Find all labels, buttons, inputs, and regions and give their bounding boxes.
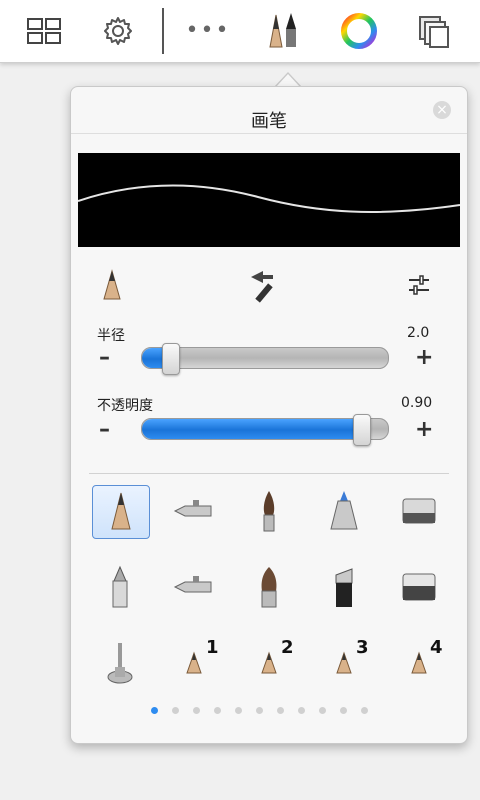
- marker-icon[interactable]: [316, 485, 372, 537]
- page-dot[interactable]: [256, 707, 263, 714]
- brush-settings-sliders-icon[interactable]: [407, 273, 431, 301]
- color-wheel-icon[interactable]: [336, 8, 382, 54]
- ballpoint-icon[interactable]: [92, 561, 148, 613]
- opacity-increase-button[interactable]: +: [415, 417, 433, 442]
- radius-slider[interactable]: [141, 343, 389, 375]
- paintbrush-icon[interactable]: [241, 485, 297, 537]
- current-brush-icon[interactable]: [101, 269, 123, 307]
- more-label: •••: [185, 18, 231, 43]
- opacity-slider-fill: [142, 419, 363, 439]
- settings-gear-icon[interactable]: [95, 8, 141, 54]
- smudge-icon[interactable]: [92, 637, 148, 689]
- chisel-marker-icon[interactable]: [316, 561, 372, 613]
- page-dot[interactable]: [172, 707, 179, 714]
- radius-label: 半径: [97, 328, 125, 344]
- panel-title: 画笔: [251, 111, 287, 132]
- slot-number-4: 4: [430, 637, 443, 658]
- slot-number-3: 3: [356, 637, 369, 658]
- pencil-icon[interactable]: [92, 485, 150, 539]
- opacity-value: 0.90: [401, 395, 433, 411]
- page-dot[interactable]: [214, 707, 221, 714]
- slot-number-1: 1: [206, 637, 219, 658]
- flat-brush-icon[interactable]: [241, 561, 297, 613]
- airbrush-soft-icon[interactable]: [166, 561, 222, 613]
- opacity-slider-knob[interactable]: [353, 414, 371, 446]
- page-dot[interactable]: [361, 707, 368, 714]
- panel-header: 画笔 ×: [71, 87, 467, 134]
- opacity-label: 不透明度: [97, 398, 153, 414]
- stroke-preview: [77, 153, 461, 247]
- more-dots-icon[interactable]: •••: [185, 8, 231, 54]
- airbrush-icon[interactable]: [166, 485, 222, 537]
- page-dot[interactable]: [340, 707, 347, 714]
- pagination-dots[interactable]: [151, 707, 381, 717]
- toolbar-divider: [162, 8, 164, 54]
- eraser-icon[interactable]: [391, 485, 447, 537]
- page-dot[interactable]: [151, 707, 158, 714]
- page-dot[interactable]: [319, 707, 326, 714]
- slot-number-2: 2: [281, 637, 294, 658]
- close-icon[interactable]: ×: [433, 101, 451, 119]
- brushes-icon[interactable]: [261, 8, 307, 54]
- page-dot[interactable]: [298, 707, 305, 714]
- panel-separator: [89, 473, 449, 474]
- brush-options-row: [71, 265, 467, 309]
- layout-grid-icon[interactable]: [21, 8, 67, 54]
- brush-panel: 画笔 × 半径 2.0 – + 不透明度 0.90 – + 1 2 3 4: [70, 86, 468, 744]
- radius-slider-knob[interactable]: [162, 343, 180, 375]
- radius-increase-button[interactable]: +: [415, 345, 433, 370]
- layers-icon[interactable]: [411, 8, 457, 54]
- opacity-decrease-button[interactable]: –: [99, 417, 110, 442]
- radius-decrease-button[interactable]: –: [99, 345, 110, 370]
- radius-value: 2.0: [407, 325, 430, 341]
- top-toolbar: •••: [0, 0, 480, 63]
- page-dot[interactable]: [235, 707, 242, 714]
- page-dot[interactable]: [277, 707, 284, 714]
- swap-brush-icon[interactable]: [247, 269, 285, 307]
- page-dot[interactable]: [193, 707, 200, 714]
- opacity-slider[interactable]: [141, 414, 389, 446]
- hard-eraser-icon[interactable]: [391, 561, 447, 613]
